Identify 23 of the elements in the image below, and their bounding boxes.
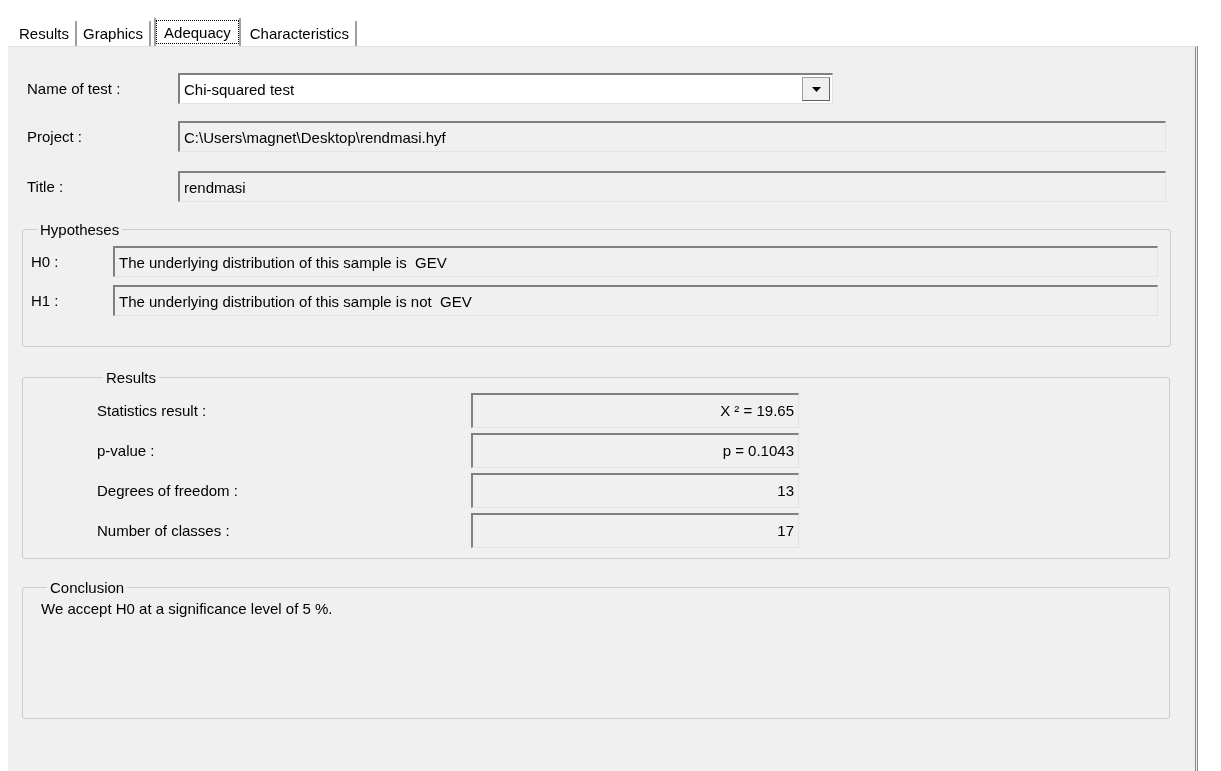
- text-field[interactable]: 13: [471, 472, 799, 508]
- group-title: Results: [105, 369, 158, 386]
- text-field[interactable]: X ² = 19.65: [471, 392, 799, 428]
- field-label: Statistics result :: [97, 401, 208, 419]
- group-title: Conclusion: [49, 579, 126, 596]
- field-label: Number of classes :: [97, 521, 231, 539]
- test-dropdown[interactable]: Chi-squared test: [178, 73, 833, 104]
- text-field[interactable]: p = 0.1043: [471, 432, 799, 468]
- text-field[interactable]: The underlying distribution of this sample is GEV: [113, 246, 1158, 277]
- text-field[interactable]: rendmasi: [178, 171, 1166, 202]
- field-label: H0 :: [31, 253, 60, 270]
- field-label: Name of test :: [27, 80, 122, 97]
- text-field[interactable]: The underlying distribution of this sample is not GEV: [113, 285, 1158, 316]
- field-label: p-value :: [97, 441, 156, 459]
- group-title: Hypotheses: [39, 221, 121, 238]
- text-field[interactable]: 17: [471, 512, 799, 548]
- text-field[interactable]: C:\Users\magnet\Desktop\rendmasi.hyf: [178, 121, 1166, 152]
- conclusion-text: We accept H0 at a significance level of 5 %.: [41, 600, 334, 617]
- field-label: H1 :: [31, 292, 60, 309]
- tab[interactable]: Adequacy: [154, 18, 241, 46]
- field-label: Project :: [27, 128, 84, 145]
- field-label: Degrees of freedom :: [97, 481, 239, 499]
- field-label: Title :: [27, 178, 65, 195]
